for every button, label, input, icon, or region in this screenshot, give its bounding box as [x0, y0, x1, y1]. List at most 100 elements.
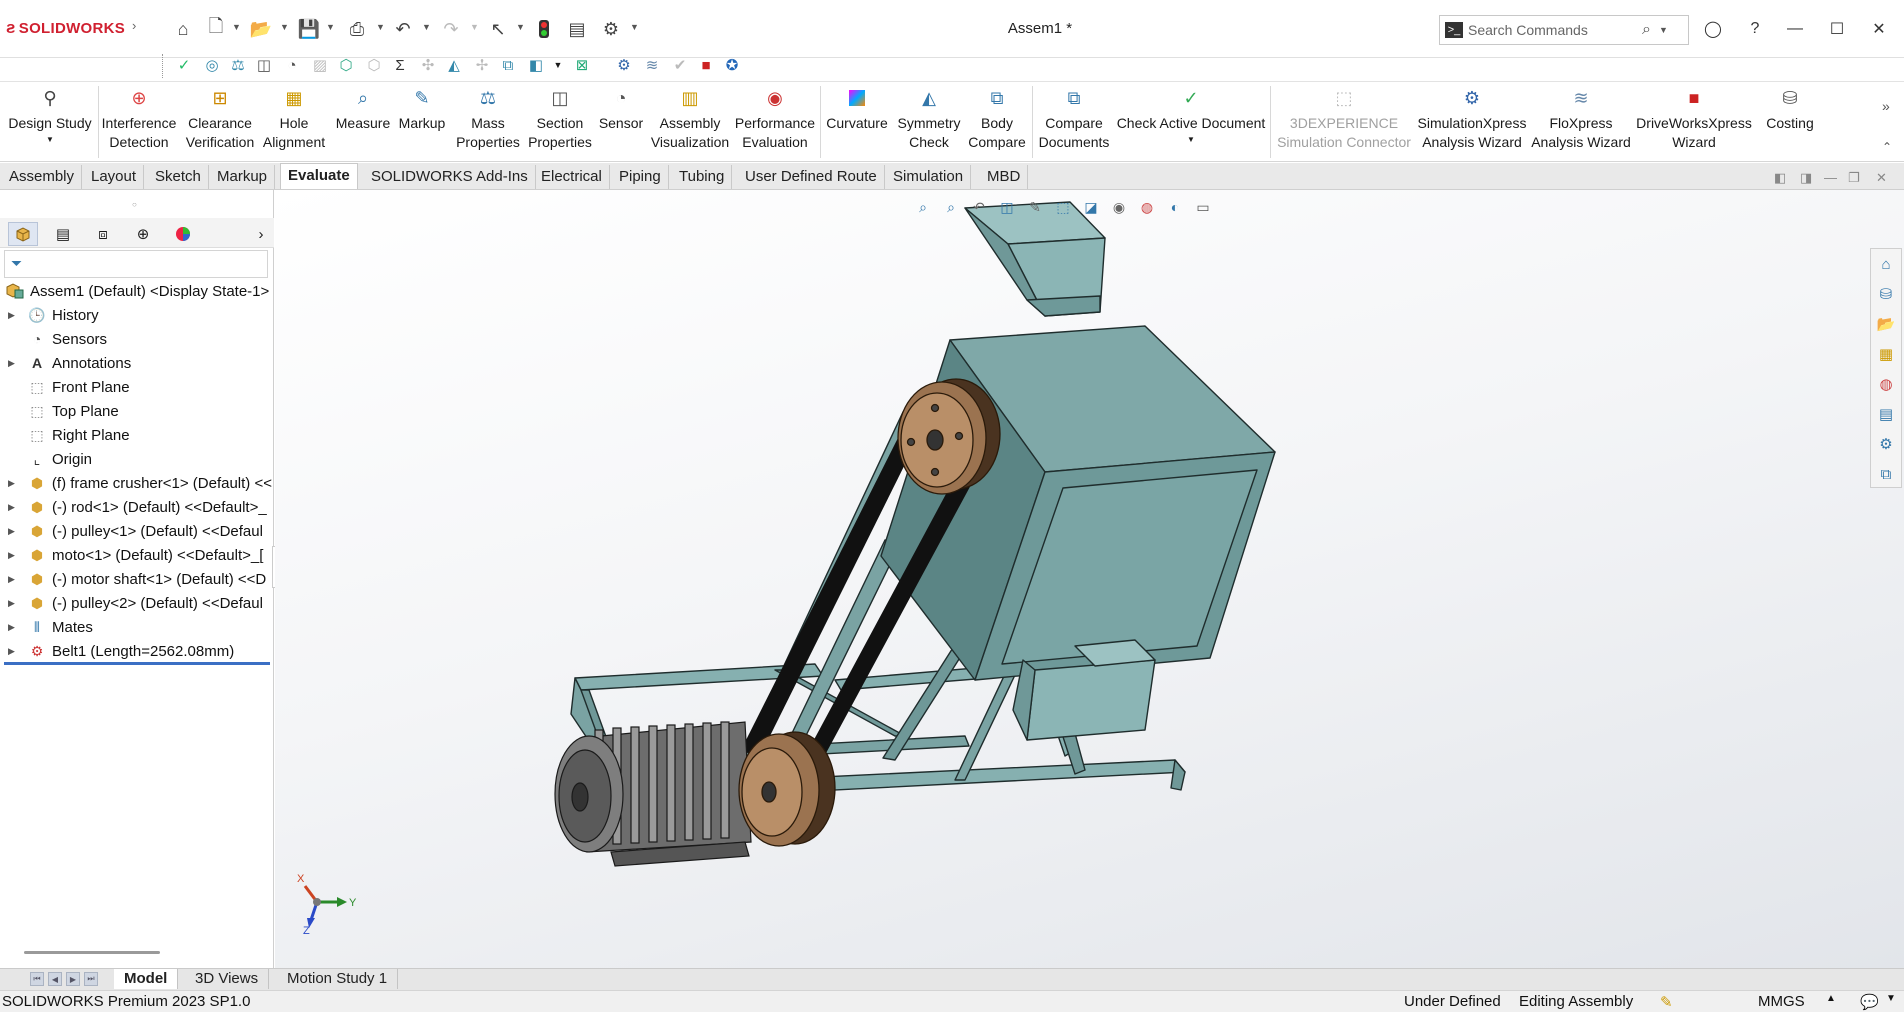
tree-item-top-plane[interactable]: ⬚ Top Plane — [0, 399, 272, 423]
sum-icon[interactable]: Σ — [390, 55, 410, 75]
floxpress-button[interactable]: ≋ FloXpress Analysis Wizard — [1530, 84, 1632, 160]
configuration-manager-tab-icon[interactable]: ⧈ — [88, 222, 118, 246]
spell-check-icon[interactable]: ✓ — [174, 55, 194, 75]
tile-right-icon[interactable]: ◨ — [1800, 170, 1812, 186]
tree-item-origin[interactable]: ⌞ Origin — [0, 447, 272, 471]
performance-evaluation-button[interactable]: ◉ Performance Evaluation — [734, 84, 816, 160]
excel-small-icon[interactable]: ⊠ — [572, 55, 592, 75]
user-account-icon[interactable]: ◯ — [1698, 16, 1728, 42]
file-properties-icon[interactable]: ▤ — [564, 16, 590, 42]
expand-arrow-icon[interactable]: ▶ — [8, 502, 20, 513]
dynamic-annotation-icon[interactable]: ✎ — [1024, 197, 1046, 217]
search-icon[interactable]: ⌕ — [1642, 21, 1651, 39]
zoom-to-area-icon[interactable]: ⌕ — [940, 197, 962, 217]
clearance-verification-button[interactable]: ⊞ Clearance Verification — [180, 84, 260, 160]
select-icon[interactable]: ↖ — [486, 16, 510, 42]
tab-motion-study-1[interactable]: Motion Study 1 — [277, 969, 399, 989]
tab-sketch[interactable]: Sketch — [148, 165, 209, 189]
mass-properties-button[interactable]: ⚖ Mass Properties — [454, 84, 522, 160]
home-icon[interactable]: ⌂ — [170, 16, 196, 42]
print-dropdown-icon[interactable]: ▼ — [376, 22, 385, 32]
view-orientation-icon[interactable]: ⬚ — [1052, 197, 1074, 217]
doc-restore-icon[interactable]: ❐ — [1848, 170, 1860, 186]
expand-arrow-icon[interactable]: ▶ — [8, 358, 20, 369]
tree-item-history[interactable]: ▶ 🕒 History — [0, 303, 272, 327]
maximize-icon[interactable]: ☐ — [1822, 16, 1852, 42]
tab-model[interactable]: Model — [114, 969, 179, 989]
tab-user-defined-route[interactable]: User Defined Route — [738, 165, 885, 189]
horizontal-scrollbar[interactable] — [24, 951, 160, 954]
geometry-small-icon[interactable]: ⬡ — [364, 55, 384, 75]
hide-show-icon[interactable]: ◉ — [1108, 197, 1130, 217]
tree-filter[interactable]: ⏷ — [4, 250, 268, 278]
solidworks-logo[interactable]: ƨ SOLIDWORKS — [6, 18, 125, 38]
tab-tubing[interactable]: Tubing — [672, 165, 733, 189]
tab-simulation[interactable]: Simulation — [886, 165, 972, 189]
design-library-icon[interactable]: ⛁ — [1874, 282, 1898, 306]
statistics-small-icon[interactable]: ▨ — [310, 55, 330, 75]
redo-icon[interactable]: ↷ — [438, 16, 464, 42]
expand-arrow-icon[interactable]: ▶ — [8, 310, 20, 321]
search-commands[interactable]: >_ ⌕ ▼ — [1439, 15, 1689, 45]
additional-pane-icon[interactable]: ⧉ — [1874, 462, 1898, 486]
tree-item-mates[interactable]: ▶ ⫴ Mates — [0, 615, 272, 639]
tree-item-front-plane[interactable]: ⬚ Front Plane — [0, 375, 272, 399]
check-small-icon[interactable]: ⬡ — [336, 55, 356, 75]
filter-icon[interactable]: ⏷ — [11, 255, 22, 272]
first-tab-icon[interactable]: ⏮ — [30, 972, 44, 986]
section-small-icon[interactable]: ◫ — [254, 55, 274, 75]
search-dropdown-icon[interactable]: ▼ — [1659, 25, 1668, 35]
solidworks-resources-icon[interactable]: ⌂ — [1874, 252, 1898, 276]
tab-assembly[interactable]: Assembly — [2, 165, 83, 189]
simulation-small-icon[interactable]: ⚙ — [614, 55, 634, 75]
curvature-button[interactable]: Curvature — [824, 84, 890, 160]
tree-item-pulley-1[interactable]: ▶ ⬢ (-) pulley<1> (Default) <<Defaul — [0, 519, 272, 543]
minimize-icon[interactable]: — — [1780, 16, 1810, 42]
expand-arrow-icon[interactable]: ▶ — [8, 526, 20, 537]
doc-close-icon[interactable]: ✕ — [1876, 170, 1887, 186]
help-icon[interactable]: ? — [1740, 16, 1770, 42]
flow-small-icon[interactable]: ≋ — [642, 55, 662, 75]
verify-small-icon[interactable]: ✔ — [670, 55, 690, 75]
tree-item-pulley-2[interactable]: ▶ ⬢ (-) pulley<2> (Default) <<Defaul — [0, 591, 272, 615]
import-small-icon[interactable]: ✣ — [418, 55, 438, 75]
driveworksxpress-button[interactable]: ■ DriveWorksXpress Wizard — [1634, 84, 1754, 160]
rollback-bar[interactable] — [4, 662, 270, 665]
tab-3d-views[interactable]: 3D Views — [185, 969, 270, 989]
expand-arrow-icon[interactable]: ▶ — [8, 646, 20, 657]
options-dropdown-icon[interactable]: ▼ — [630, 22, 639, 32]
tree-item-belt[interactable]: ▶ ⚙ Belt1 (Length=2562.08mm) — [0, 639, 272, 663]
unit-system[interactable]: MMGS — [1758, 993, 1805, 1010]
tree-item-right-plane[interactable]: ⬚ Right Plane — [0, 423, 272, 447]
custom-properties-icon[interactable]: ▤ — [1874, 402, 1898, 426]
section-view-icon[interactable]: ◫ — [996, 197, 1018, 217]
tree-item-annotations[interactable]: ▶ A Annotations — [0, 351, 272, 375]
new-document-icon[interactable]: 🗋 — [204, 16, 228, 42]
expand-arrow-icon[interactable]: ▶ — [8, 598, 20, 609]
redo-dropdown-icon[interactable]: ▼ — [470, 22, 479, 32]
tree-item-rod[interactable]: ▶ ⬢ (-) rod<1> (Default) <<Default>_ — [0, 495, 272, 519]
simulationxpress-button[interactable]: ⚙ SimulationXpress Analysis Wizard — [1416, 84, 1528, 160]
graphics-area[interactable]: X Y Z — [275, 190, 1904, 970]
file-explorer-icon[interactable]: 📂 — [1874, 312, 1898, 336]
sensor-small-icon[interactable]: ◔ — [282, 55, 302, 75]
close-icon[interactable]: ✕ — [1864, 16, 1894, 42]
tab-electrical[interactable]: Electrical — [534, 165, 610, 189]
expand-arrow-icon[interactable]: ▶ — [8, 550, 20, 561]
tab-evaluate[interactable]: Evaluate — [280, 163, 358, 189]
rebuild-icon[interactable] — [532, 16, 556, 42]
apply-scene-icon[interactable]: ◐ — [1164, 197, 1186, 217]
menu-expand-icon[interactable]: › — [132, 18, 136, 33]
mass-small-icon[interactable]: ⚖ — [228, 55, 248, 75]
new-dropdown-icon[interactable]: ▼ — [232, 22, 241, 32]
expand-arrow-icon[interactable]: ▶ — [8, 622, 20, 633]
last-tab-icon[interactable]: ⏭ — [84, 972, 98, 986]
options-gear-icon[interactable]: ⚙ — [598, 16, 624, 42]
symmetry-check-button[interactable]: ◭ Symmetry Check — [894, 84, 964, 160]
display-manager-tab-icon[interactable] — [168, 222, 198, 246]
tab-layout[interactable]: Layout — [84, 165, 145, 189]
solidworks-forum-icon[interactable]: ⚙ — [1874, 432, 1898, 456]
check-document-dropdown-icon[interactable]: ▼ — [1187, 133, 1195, 147]
tile-left-icon[interactable]: ◧ — [1774, 170, 1786, 186]
tab-piping[interactable]: Piping — [612, 165, 669, 189]
